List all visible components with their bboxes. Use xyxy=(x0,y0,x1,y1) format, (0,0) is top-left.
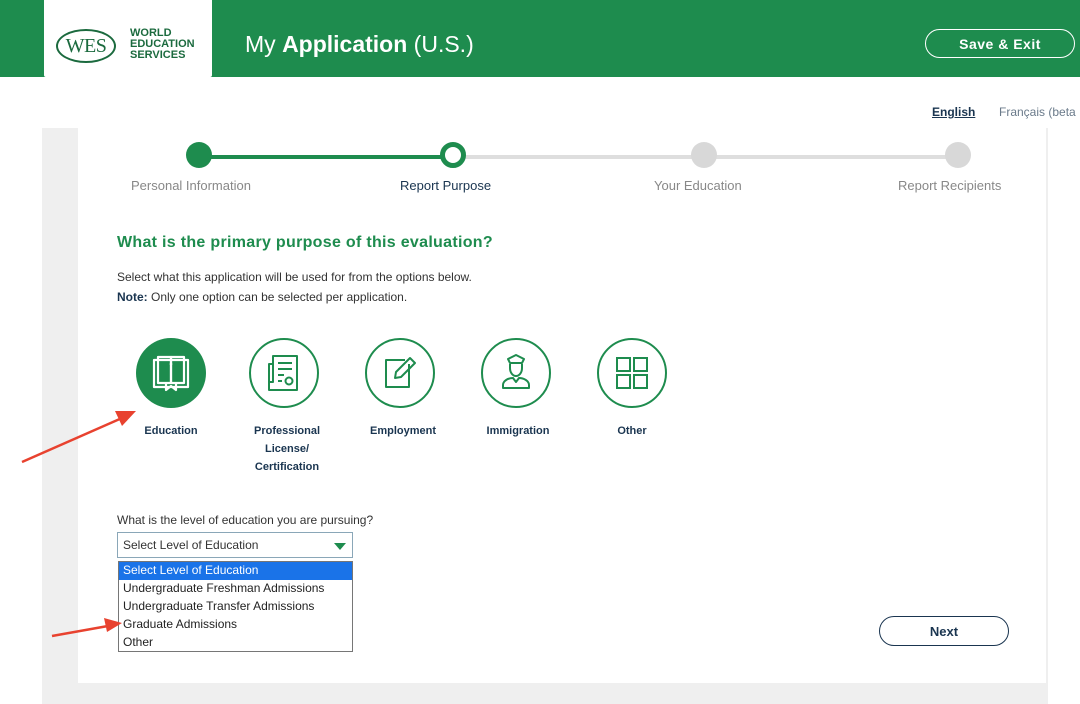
annotation-arrow xyxy=(21,411,136,464)
annotation-arrows xyxy=(21,411,136,638)
annotation-arrow xyxy=(51,618,122,638)
